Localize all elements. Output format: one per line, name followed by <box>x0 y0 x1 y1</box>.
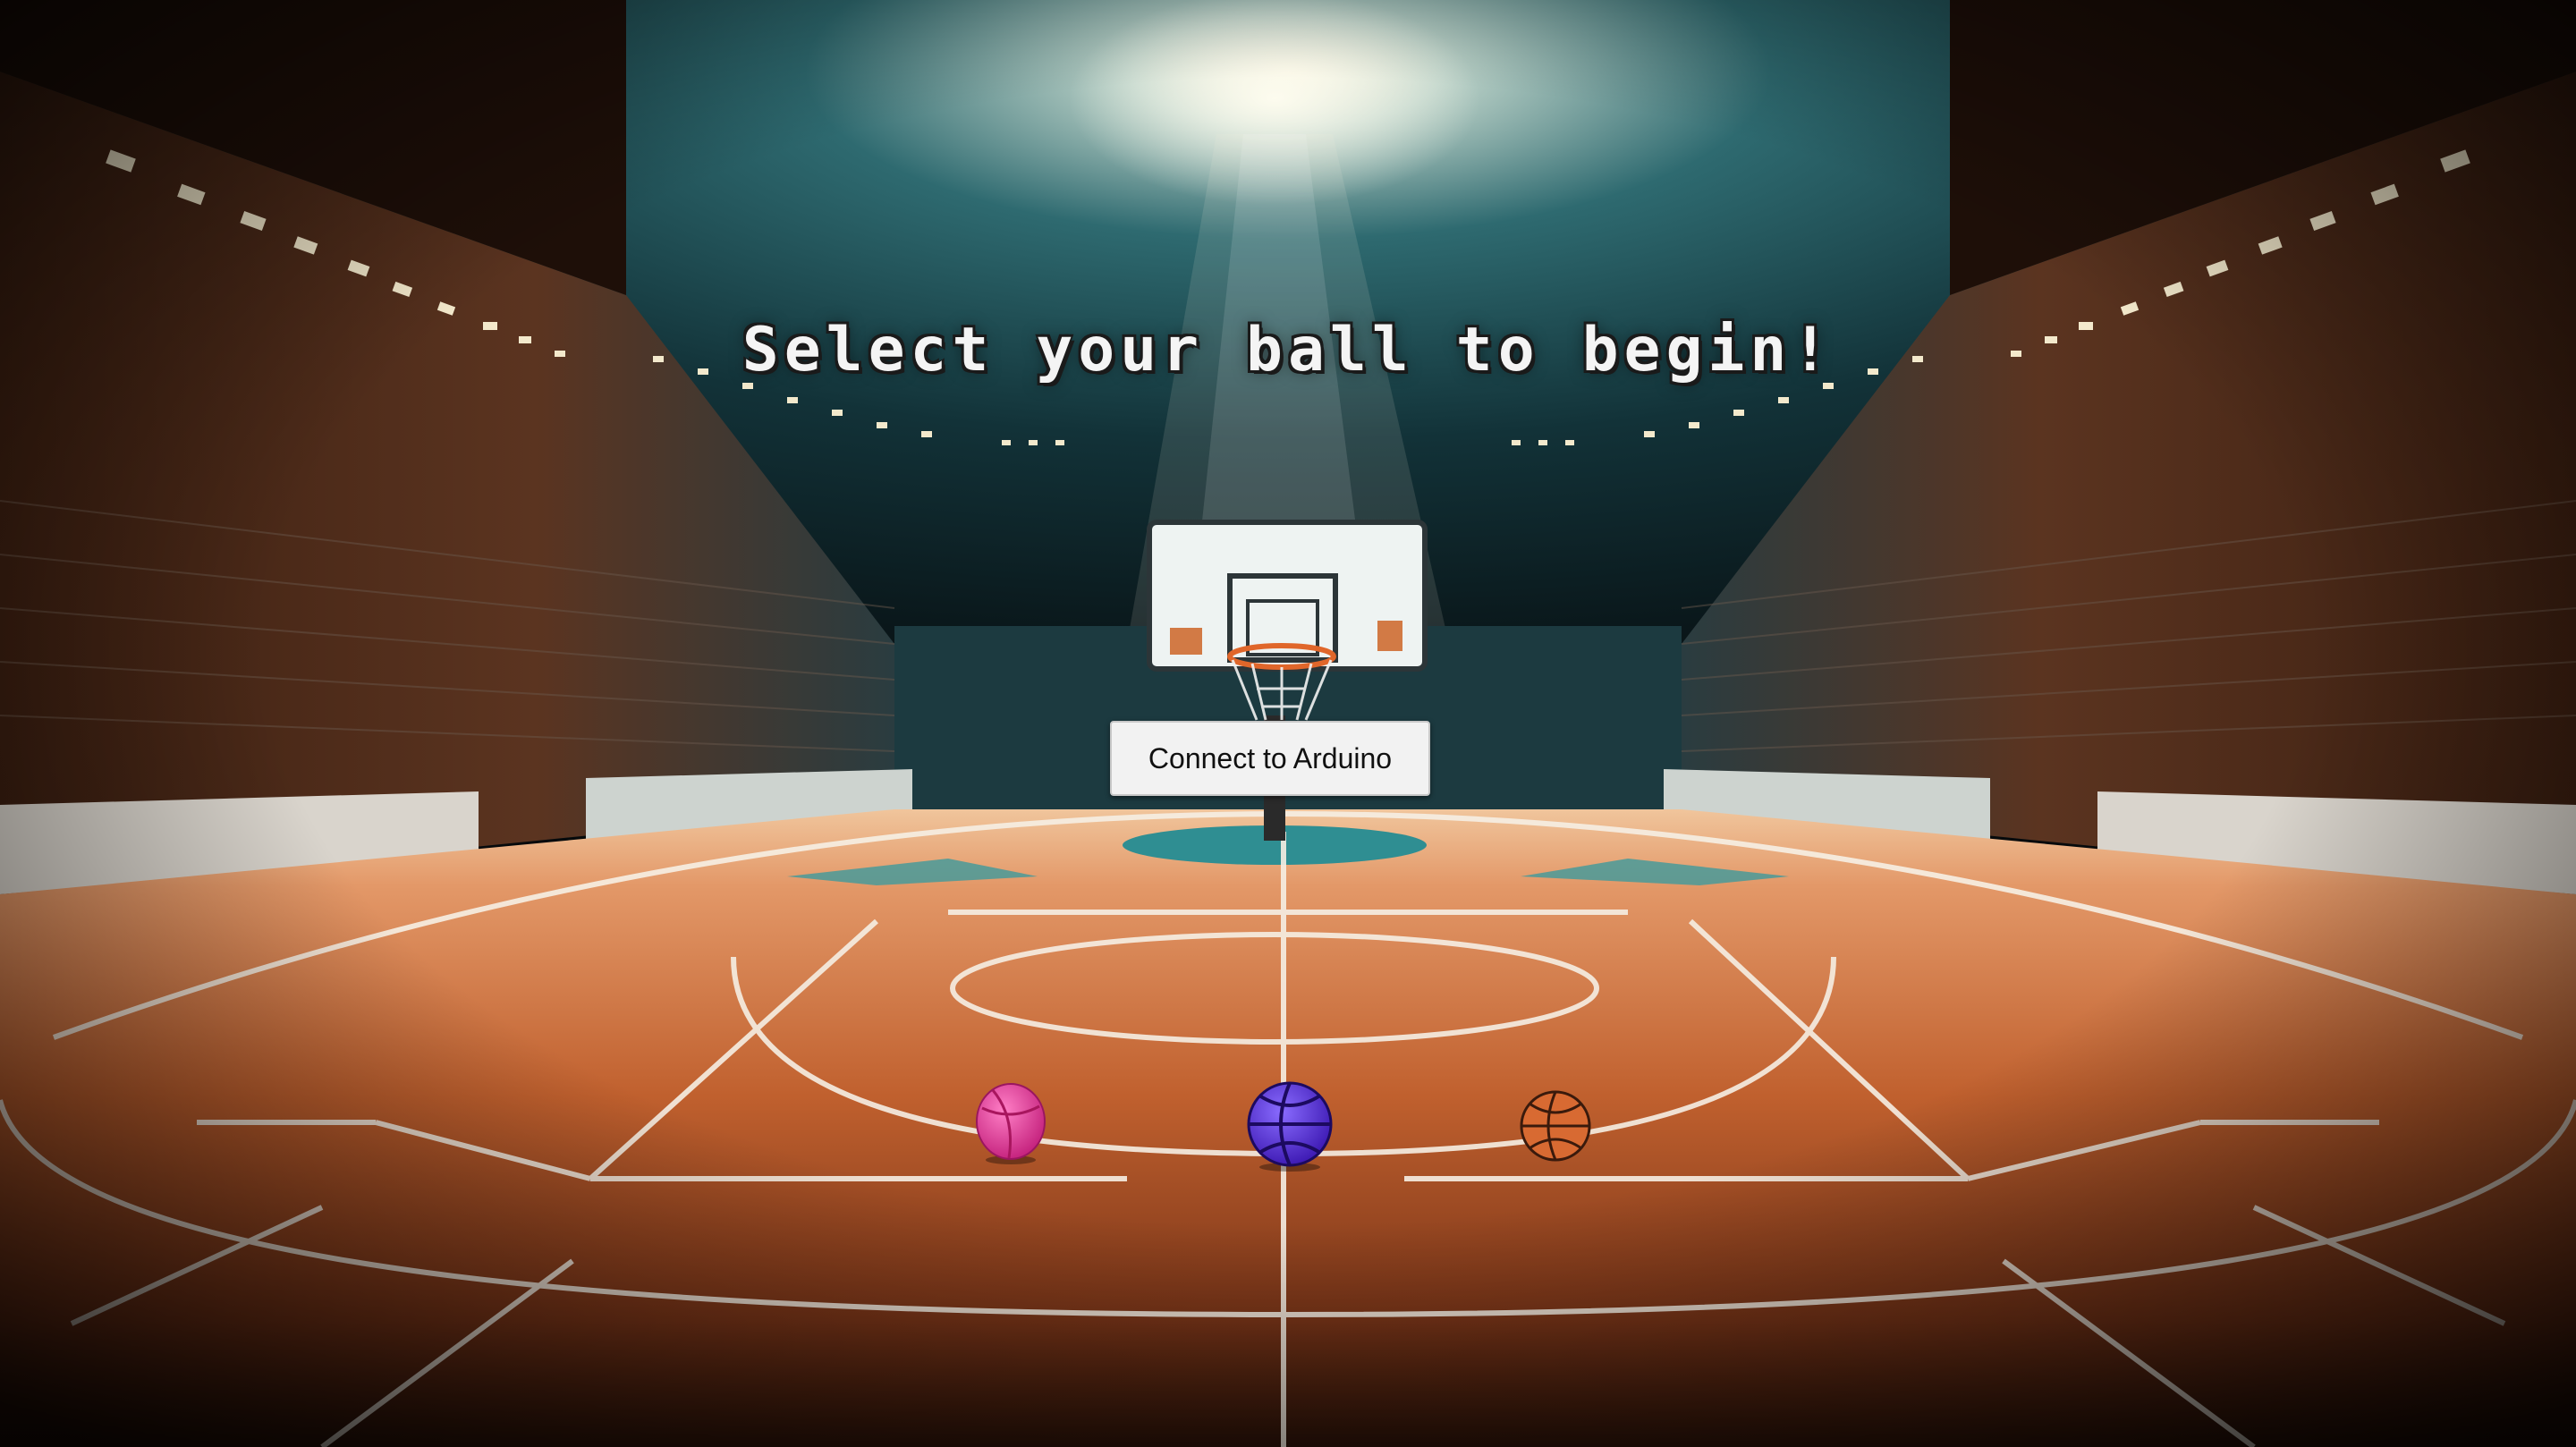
purple-ball-option[interactable] <box>1245 1079 1335 1172</box>
connect-arduino-button[interactable]: Connect to Arduino <box>1110 721 1430 796</box>
pink-ball-option[interactable] <box>975 1081 1046 1167</box>
page-title: Select your ball to begin! <box>741 315 1835 385</box>
game-screen: Select your ball to begin! Connect to Ar… <box>0 0 2576 1447</box>
classic-ball-option[interactable] <box>1519 1089 1592 1163</box>
